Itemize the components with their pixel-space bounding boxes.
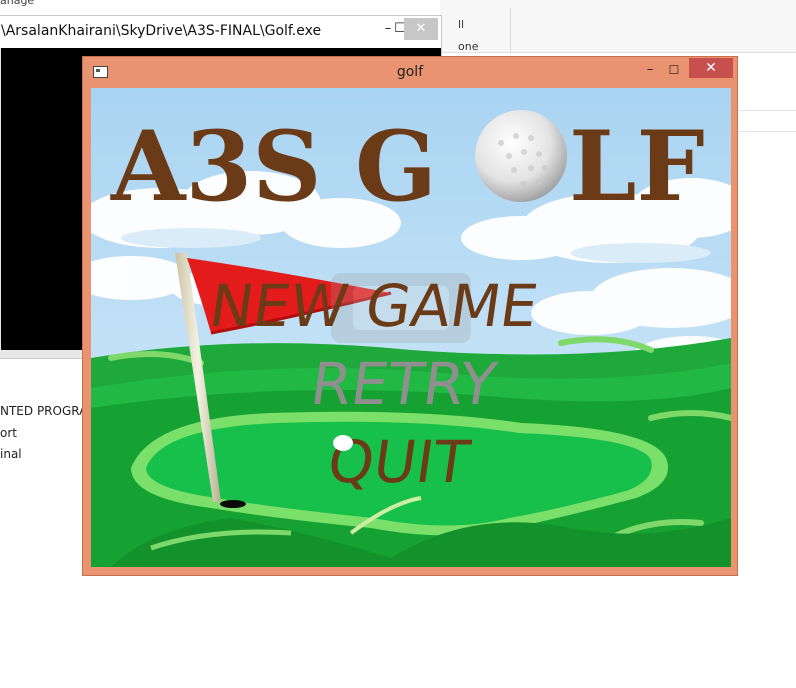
game-logo-right: LF [569, 110, 705, 223]
console-close-button[interactable]: ✕ [404, 18, 438, 40]
ribbon-text[interactable]: ll [458, 18, 464, 31]
game-logo-left: A3S G [110, 110, 437, 223]
golf-maximize-button[interactable]: ☐ [665, 60, 683, 80]
golf-ball-icon [475, 110, 567, 202]
golf-title-bar[interactable]: golf – ☐ ✕ [83, 57, 737, 87]
golf-window: golf – ☐ ✕ A3S G LF NEW GAME RETRY QUIT [82, 56, 738, 576]
golf-window-title: golf [396, 64, 424, 80]
golf-hole [220, 500, 246, 508]
manage-tab-fragment[interactable]: anage [0, 0, 34, 7]
golf-close-button[interactable]: ✕ [689, 58, 733, 78]
game-scene: A3S G LF NEW GAME RETRY QUIT [91, 88, 731, 567]
console-title: \ArsalanKhairani\SkyDrive\A3S-FINAL\Golf… [1, 23, 322, 39]
game-canvas[interactable]: A3S G LF NEW GAME RETRY QUIT [91, 88, 731, 567]
explorer-ribbon: ll one [440, 0, 796, 53]
list-item[interactable]: inal [0, 447, 22, 461]
ribbon-text[interactable]: one [458, 40, 478, 53]
list-item[interactable]: ort [0, 426, 17, 440]
new-game-button[interactable]: NEW GAME [206, 272, 543, 340]
retry-button[interactable]: RETRY [307, 350, 501, 418]
small-golf-ball-icon [333, 435, 353, 451]
ribbon-separator [510, 8, 511, 52]
console-title-bar[interactable]: \ArsalanKhairani\SkyDrive\A3S-FINAL\Golf… [0, 16, 441, 48]
golf-minimize-button[interactable]: – [641, 60, 659, 80]
